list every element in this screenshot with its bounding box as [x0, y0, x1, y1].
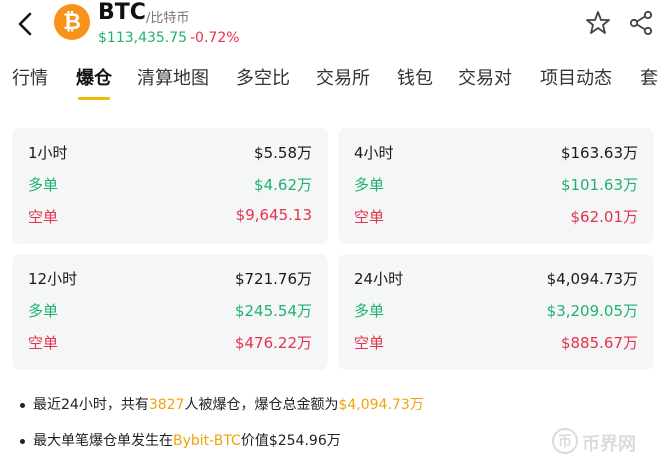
header: ₿ BTC /比特币 $113,435.75 -0.72%: [0, 0, 660, 52]
card-total-row: 24小时 $4,094.73万: [354, 268, 638, 292]
card-total-row: 12小时 $721.76万: [28, 268, 312, 292]
long-value: $245.54万: [234, 302, 312, 320]
liquidation-card-24h: 24小时 $4,094.73万 多单 $3,209.05万 空单 $885.67…: [338, 254, 654, 370]
card-short-row: 空单 $476.22万: [28, 332, 312, 356]
tab-market[interactable]: 行情: [12, 64, 48, 90]
coin-name: /比特币: [146, 11, 190, 26]
card-long-row: 多单 $245.54万: [28, 300, 312, 324]
watermark-icon: 币: [552, 428, 578, 454]
summary-note-24h: 最近24小时，共有3827人被爆仓，爆仓总金额为$4,094.73万: [20, 394, 424, 414]
total-value: $5.58万: [254, 144, 312, 162]
bitcoin-icon: ₿: [54, 4, 90, 40]
coin-symbol: BTC: [98, 0, 146, 25]
card-short-row: 空单 $885.67万: [354, 332, 638, 356]
bullet-dot: [20, 402, 25, 408]
short-label: 空单: [354, 334, 385, 352]
watermark-text: 币界网: [582, 434, 636, 455]
tab-wallet[interactable]: 钱包: [397, 64, 433, 90]
price-change: -0.72%: [190, 30, 240, 46]
card-total-row: 1小时 $5.58万: [28, 142, 312, 166]
total-value: $163.63万: [560, 144, 638, 162]
back-arrow-icon[interactable]: [14, 10, 38, 38]
card-short-row: 空单 $9,645.13: [28, 206, 312, 230]
watermark-logo: 币 币界网: [552, 424, 652, 460]
largest-order-note: 最大单笔爆仓单发生在Bybit-BTC价值$254.96万: [20, 430, 341, 450]
tab-project-news[interactable]: 项目动态: [540, 64, 612, 90]
trading-pair-link[interactable]: Bybit-BTC: [173, 433, 241, 449]
coin-price: $113,435.75: [98, 30, 188, 46]
note-text: 价值$254.96万: [240, 433, 341, 449]
liquidation-card-4h: 4小时 $163.63万 多单 $101.63万 空单 $62.01万: [338, 128, 654, 244]
liquidation-card-12h: 12小时 $721.76万 多单 $245.54万 空单 $476.22万: [12, 254, 328, 370]
short-value: $62.01万: [570, 208, 639, 226]
period-label: 24小时: [354, 270, 404, 288]
tab-liquidation-map[interactable]: 清算地图: [137, 64, 209, 90]
card-long-row: 多单 $101.63万: [354, 174, 638, 198]
tab-exchanges[interactable]: 交易所: [316, 64, 370, 90]
short-value: $476.22万: [234, 334, 312, 352]
short-label: 空单: [354, 208, 385, 226]
liquidation-card-1h: 1小时 $5.58万 多单 $4.62万 空单 $9,645.13: [12, 128, 328, 244]
short-value: $885.67万: [560, 334, 638, 352]
card-short-row: 空单 $62.01万: [354, 206, 638, 230]
long-label: 多单: [28, 176, 59, 194]
liquidated-count: 3827: [148, 397, 185, 413]
tab-bar: 行情 爆仓 清算地图 多空比 交易所 钱包 交易对 项目动态 套: [0, 60, 660, 102]
long-value: $101.63万: [560, 176, 638, 194]
note-text: 人被爆仓，爆仓总金额为: [184, 397, 339, 413]
short-value: $9,645.13: [235, 206, 312, 224]
card-long-row: 多单 $4.62万: [28, 174, 312, 198]
period-label: 1小时: [28, 144, 68, 162]
share-icon[interactable]: [628, 10, 654, 36]
total-value: $721.76万: [234, 270, 312, 288]
card-total-row: 4小时 $163.63万: [354, 142, 638, 166]
active-tab-indicator: [78, 97, 110, 100]
tab-more[interactable]: 套: [640, 64, 658, 90]
short-label: 空单: [28, 208, 59, 226]
period-label: 4小时: [354, 144, 394, 162]
tab-liquidation[interactable]: 爆仓: [76, 64, 112, 90]
long-value: $3,209.05万: [546, 302, 638, 320]
long-label: 多单: [354, 176, 385, 194]
star-icon[interactable]: [585, 10, 611, 36]
note-text: 最近24小时，共有: [33, 397, 149, 413]
long-label: 多单: [354, 302, 385, 320]
tab-long-short-ratio[interactable]: 多空比: [236, 64, 290, 90]
note-text: 最大单笔爆仓单发生在: [33, 433, 173, 449]
total-value: $4,094.73万: [546, 270, 638, 288]
long-value: $4.62万: [254, 176, 312, 194]
liquidated-amount: $4,094.73万: [338, 397, 424, 413]
tab-trading-pairs[interactable]: 交易对: [458, 64, 512, 90]
long-label: 多单: [28, 302, 59, 320]
short-label: 空单: [28, 334, 59, 352]
bullet-dot: [20, 438, 25, 444]
card-long-row: 多单 $3,209.05万: [354, 300, 638, 324]
period-label: 12小时: [28, 270, 78, 288]
